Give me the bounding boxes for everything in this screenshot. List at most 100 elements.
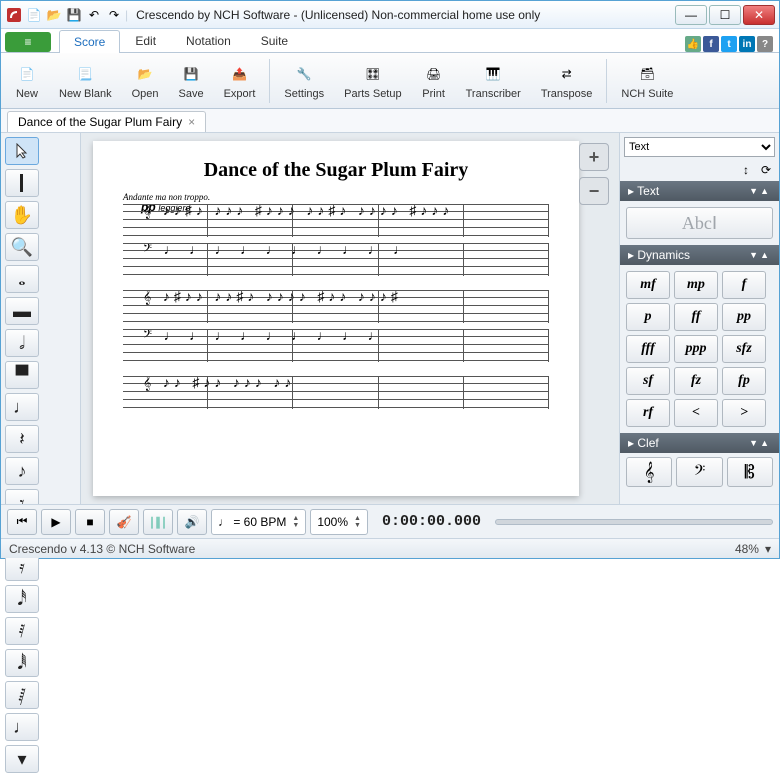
dynamics-section-header[interactable]: ▸ Dynamics▼▲ [620,245,779,265]
maximize-button[interactable]: ☐ [709,5,741,25]
pointer-tool[interactable] [5,137,39,165]
app-menu-button[interactable]: ≡ [5,32,51,52]
new-button[interactable]: 📄New [5,56,49,106]
qat-undo-icon[interactable]: ↶ [85,6,103,24]
whole-rest-tool[interactable]: ▬ [5,297,39,325]
instruments-button[interactable]: 🎻 [109,509,139,535]
rewind-button[interactable]: ⏮ [7,509,37,535]
tab-suite[interactable]: Suite [246,29,303,52]
metronome-button[interactable]: ∣∥∣ [143,509,173,535]
tab-edit[interactable]: Edit [120,29,171,52]
audio-button[interactable]: 🔊 [177,509,207,535]
system-1: pp leggiero 𝄞 ♪♪♯♪ ♪♪♪ ♯♪♪♪ ♪♪♯♪ ♪♪♪♪ ♯♪… [123,204,549,276]
twitter-icon[interactable]: t [721,36,737,52]
status-version: Crescendo v 4.13 © NCH Software [9,542,195,556]
save-button[interactable]: 💾Save [169,56,214,106]
qat-redo-icon[interactable]: ↷ [105,6,123,24]
dynamic-rf-button[interactable]: rf [626,399,670,427]
dynamic-p-button[interactable]: p [626,303,670,331]
workspace: ✋ 🔍 𝅝 ▬ 𝅗𝅥 ▀ ♩ 𝄽 ♪ 𝄾 ♬ 𝄿 𝅘𝅥𝅰 𝅀 𝅘𝅥𝅱 𝅁 ♩ ▾… [1,133,779,504]
text-tool-button[interactable]: AbcⅠ [626,207,773,239]
export-icon: 📤 [227,62,251,86]
document-tab[interactable]: Dance of the Sugar Plum Fairy × [7,111,206,132]
play-button[interactable]: ▶ [41,509,71,535]
tempo-down-icon[interactable]: ▼ [292,522,299,529]
linkedin-icon[interactable]: in [739,36,755,52]
dynamic-mp-button[interactable]: mp [674,271,718,299]
hand-tool[interactable]: ✋ [5,201,39,229]
half-note-tool[interactable]: 𝅗𝅥 [5,329,39,357]
zoom-tool[interactable]: 🔍 [5,233,39,261]
dynamic-mf-button[interactable]: mf [626,271,670,299]
like-icon[interactable]: 👍 [685,36,701,52]
tempo-up-icon[interactable]: ▲ [292,515,299,522]
whole-note-tool[interactable]: 𝅝 [5,265,39,293]
playback-bar: ⏮ ▶ ■ 🎻 ∣∥∣ 🔊 ♩ = 60 BPM ▲▼ 100% ▲▼ 0:00… [1,504,779,538]
thirtysecond-note-tool[interactable]: 𝅘𝅥𝅰 [5,585,39,613]
tempo-field[interactable]: ♩ = 60 BPM ▲▼ [211,509,306,535]
open-button[interactable]: 📂Open [122,56,169,106]
qat-new-icon[interactable]: 📄 [25,6,43,24]
new-blank-button[interactable]: 📃New Blank [49,56,122,106]
dynamic-sfz-button[interactable]: sfz [722,335,766,363]
panel-pin-icon[interactable]: ↕ [737,161,755,179]
zoom-field[interactable]: 100% ▲▼ [310,509,368,535]
dynamic-fp-button[interactable]: fp [722,367,766,395]
dynamic-decresc-button[interactable]: > [722,399,766,427]
close-button[interactable]: ✕ [743,5,775,25]
transpose-button[interactable]: ⇄Transpose [531,56,603,106]
zoom-out-button[interactable]: − [579,177,609,205]
dynamic-fz-button[interactable]: fz [674,367,718,395]
text-section-header[interactable]: ▸ Text▼▲ [620,181,779,201]
export-button[interactable]: 📤Export [214,56,266,106]
facebook-icon[interactable]: f [703,36,719,52]
dynamic-f-button[interactable]: f [722,271,766,299]
new-blank-icon: 📃 [73,62,97,86]
zoom-up-icon[interactable]: ▲ [354,515,361,522]
save-icon: 💾 [179,62,203,86]
dynamic-cresc-button[interactable]: < [674,399,718,427]
nch-suite-button[interactable]: 🗃NCH Suite [611,56,683,106]
dynamic-ppp-button[interactable]: ppp [674,335,718,363]
score-page[interactable]: Dance of the Sugar Plum Fairy Andante ma… [93,141,579,496]
panel-refresh-icon[interactable]: ⟳ [757,161,775,179]
dynamic-ff-button[interactable]: ff [674,303,718,331]
half-rest-tool[interactable]: ▀ [5,361,39,389]
status-zoom-dropdown-icon[interactable]: ▾ [765,542,771,556]
print-button[interactable]: 🖨Print [412,56,456,106]
dynamics-section-body: mfmpfpffppfffpppsfzsffzfprf<> [620,265,779,433]
tab-score[interactable]: Score [59,30,120,53]
app-icon[interactable] [5,6,23,24]
zoom-in-button[interactable]: + [579,143,609,171]
dynamic-fff-button[interactable]: fff [626,335,670,363]
parts-icon: 🎛 [361,62,385,86]
help-icon[interactable]: ? [757,36,773,52]
barline-tool[interactable] [5,169,39,197]
eighth-note-tool[interactable]: ♪ [5,457,39,485]
treble-clef-button[interactable]: 𝄞 [626,457,672,487]
sixtyfourth-rest-tool[interactable]: 𝅁 [5,681,39,709]
dynamic-pp-button[interactable]: pp [722,303,766,331]
extra-note-tool[interactable]: ♩ [5,713,39,741]
clef-section-header[interactable]: ▸ Clef▼▲ [620,433,779,453]
quarter-note-tool[interactable]: ♩ [5,393,39,421]
document-tab-close-icon[interactable]: × [188,115,195,129]
settings-button[interactable]: 🔧Settings [274,56,334,106]
sixtyfourth-note-tool[interactable]: 𝅘𝅥𝅱 [5,649,39,677]
minimize-button[interactable]: — [675,5,707,25]
dynamic-sf-button[interactable]: sf [626,367,670,395]
parts-setup-button[interactable]: 🎛Parts Setup [334,56,411,106]
alto-clef-button[interactable]: 𝄡 [727,457,773,487]
qat-save-icon[interactable]: 💾 [65,6,83,24]
tab-notation[interactable]: Notation [171,29,246,52]
qat-open-icon[interactable]: 📂 [45,6,63,24]
zoom-down-icon[interactable]: ▼ [354,522,361,529]
panel-category-select[interactable]: Text [624,137,775,157]
playback-progress[interactable] [495,519,773,525]
transcriber-button[interactable]: 🎹Transcriber [456,56,531,106]
bass-clef-button[interactable]: 𝄢 [676,457,722,487]
thirtysecond-rest-tool[interactable]: 𝅀 [5,617,39,645]
extra-rest-tool[interactable]: ▾ [5,745,39,773]
stop-button[interactable]: ■ [75,509,105,535]
quarter-rest-tool[interactable]: 𝄽 [5,425,39,453]
